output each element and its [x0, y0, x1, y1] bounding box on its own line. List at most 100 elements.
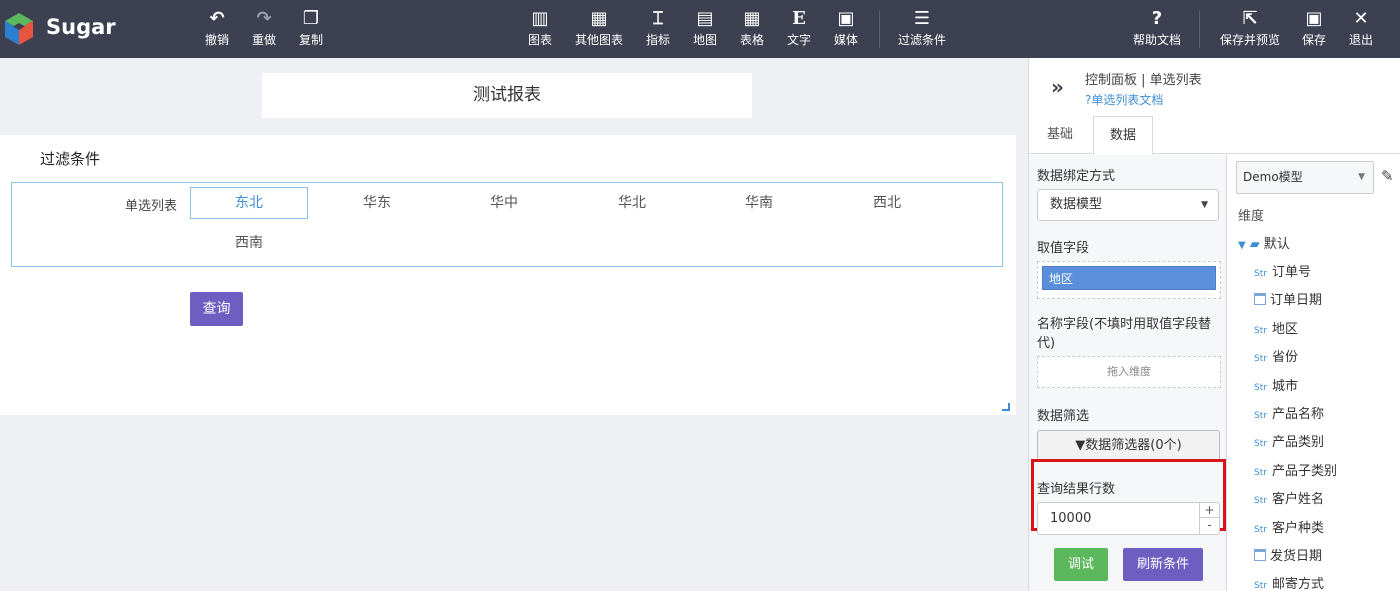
option-huadong[interactable]: 华东 [318, 187, 436, 219]
undo-button[interactable]: ↶ 撤销 [203, 8, 231, 52]
dimension-field-item[interactable]: Str 城市 [1254, 375, 1298, 394]
binding-method-select[interactable]: 数据模型 ▼ [1037, 189, 1219, 221]
help-icon: ? [1151, 8, 1163, 29]
redo-button[interactable]: ↷ 重做 [250, 8, 278, 52]
bar-chart-icon: ▥ [531, 8, 549, 29]
filter-panel-title: 过滤条件 [40, 150, 101, 168]
dimension-label: 维度 [1238, 209, 1265, 224]
value-field-dropzone[interactable]: 地区 [1037, 261, 1221, 299]
collapse-panel-icon[interactable]: » [1051, 75, 1064, 99]
media-label: 媒体 [833, 33, 858, 47]
value-field-chip[interactable]: 地区 [1042, 266, 1216, 290]
single-select-list[interactable]: 单选列表 东北 华东 华中 华北 华南 西北 西南 [11, 182, 1003, 267]
map-icon: ▤ [696, 8, 714, 29]
data-filter-button[interactable]: ▼数据筛选器(0个) [1037, 430, 1220, 461]
caret-down-icon: ▼ [1358, 172, 1365, 182]
report-title[interactable]: 测试报表 [262, 73, 752, 118]
text-button[interactable]: E 文字 [785, 8, 813, 52]
option-xinan[interactable]: 西南 [190, 227, 308, 259]
dimension-field-item[interactable]: Str 产品类别 [1254, 431, 1324, 450]
edit-pencil-icon[interactable]: ✎ [1381, 167, 1394, 185]
field-name: 产品子类别 [1272, 463, 1338, 479]
select-list-doc-link[interactable]: ?单选列表文档 [1085, 91, 1163, 108]
query-button[interactable]: 查询 [190, 292, 243, 326]
dimension-field-item[interactable]: Str 订单号 [1254, 261, 1311, 280]
folder-default[interactable]: ▼ ▰ 默认 [1238, 233, 1290, 252]
option-dongbei[interactable]: 东北 [190, 187, 308, 219]
field-name: 产品名称 [1272, 407, 1325, 422]
undo-icon: ↶ [209, 8, 225, 29]
string-type-icon: Str [1254, 467, 1267, 478]
field-name: 地区 [1272, 321, 1299, 337]
string-type-icon: Str [1254, 411, 1267, 421]
dimension-field-item[interactable]: Str 客户姓名 [1254, 488, 1324, 507]
debug-button[interactable]: 调试 [1054, 548, 1108, 581]
tab-basic[interactable]: 基础 [1031, 116, 1089, 154]
data-filter-button-label: 数据筛选器(0个) [1085, 438, 1182, 453]
option-huanan[interactable]: 华南 [700, 187, 818, 219]
redo-icon: ↷ [256, 8, 272, 29]
dimension-field-item[interactable]: Str 地区 [1254, 318, 1298, 337]
dimension-field-item[interactable]: 订单日期 [1254, 289, 1322, 308]
refresh-conditions-button[interactable]: 刷新条件 [1123, 548, 1203, 581]
dimension-field-item[interactable]: Str 客户种类 [1254, 517, 1324, 536]
save-button[interactable]: ▣ 保存 [1300, 8, 1328, 52]
chart-button[interactable]: ▥ 图表 [526, 8, 554, 52]
result-rows-label: 查询结果行数 [1037, 482, 1116, 497]
field-name: 邮寄方式 [1272, 577, 1325, 591]
map-button[interactable]: ▤ 地图 [691, 8, 719, 52]
filter-conditions-button[interactable]: ☰ 过滤条件 [896, 8, 948, 52]
indicator-button[interactable]: ⌶ 指标 [644, 8, 672, 52]
filter-panel[interactable]: 过滤条件 单选列表 东北 华东 华中 华北 华南 西北 西南 查询 [0, 135, 1016, 415]
binding-method-value: 数据模型 [1050, 197, 1103, 212]
filter-conditions-label: 过滤条件 [897, 33, 946, 47]
string-type-icon: Str [1254, 439, 1267, 450]
help-docs-button[interactable]: ? 帮助文档 [1131, 8, 1183, 52]
string-type-icon: Str [1254, 325, 1267, 336]
toolbar-divider [1199, 10, 1200, 48]
control-panel: » 控制面板 | 单选列表 ?单选列表文档 基础 数据 数据绑定方式 数据模型 … [1028, 58, 1400, 591]
result-rows-input[interactable]: 10000 + - [1037, 502, 1220, 535]
model-select-value: Demo模型 [1243, 170, 1303, 184]
dimension-field-item[interactable]: Str 产品子类别 [1254, 460, 1337, 479]
text-label: 文字 [786, 33, 811, 47]
result-rows-value: 10000 [1050, 511, 1092, 526]
exit-button[interactable]: ✕ 退出 [1347, 8, 1375, 52]
dimension-field-item[interactable]: Str 邮寄方式 [1254, 573, 1324, 591]
resize-handle[interactable] [1002, 403, 1010, 411]
field-name: 发货日期 [1270, 549, 1323, 564]
dimension-field-item[interactable]: Str 省份 [1254, 346, 1298, 365]
string-type-icon: Str [1254, 382, 1267, 393]
media-button[interactable]: ▣ 媒体 [832, 8, 860, 52]
model-fields-column: Demo模型 ▼ ✎ 维度 ▼ ▰ 默认 Str 订单号 订单日期 Str 地区 Str 省份 S… [1228, 155, 1400, 591]
field-name: 订单日期 [1270, 293, 1323, 309]
other-charts-label: 其他图表 [574, 33, 623, 47]
field-name: 客户姓名 [1272, 492, 1325, 508]
drop-dimension-hint: 拖入维度 [1107, 365, 1151, 378]
option-xibei[interactable]: 西北 [828, 187, 946, 219]
data-filter-label: 数据筛选 [1037, 409, 1090, 424]
map-label: 地图 [692, 33, 717, 47]
indicator-icon: ⌶ [652, 8, 664, 29]
name-field-label: 名称字段(不填时用取值字段替代) [1037, 317, 1212, 351]
copy-button[interactable]: ❐ 复制 [297, 8, 325, 52]
field-name: 城市 [1272, 378, 1299, 394]
dimension-field-item[interactable]: Str 产品名称 [1254, 403, 1324, 422]
option-huabei[interactable]: 华北 [573, 187, 691, 219]
table-button[interactable]: ▦ 表格 [738, 8, 766, 52]
decrement-icon[interactable]: - [1200, 518, 1219, 533]
name-field-dropzone[interactable]: 拖入维度 [1037, 356, 1221, 388]
copy-label: 复制 [298, 33, 323, 47]
save-and-preview-button[interactable]: ⇱ 保存并预览 [1217, 8, 1283, 52]
chart-label: 图表 [527, 33, 552, 47]
model-select[interactable]: Demo模型 ▼ [1236, 161, 1374, 194]
other-charts-button[interactable]: ▦ 其他图表 [573, 8, 625, 52]
grid-chart-icon: ▦ [590, 8, 608, 29]
tab-data[interactable]: 数据 [1093, 116, 1154, 155]
increment-icon[interactable]: + [1200, 503, 1219, 518]
option-huazhong[interactable]: 华中 [445, 187, 563, 219]
field-name: 客户种类 [1272, 520, 1325, 536]
string-type-icon: Str [1254, 496, 1267, 507]
dimension-field-item[interactable]: 发货日期 [1254, 545, 1322, 564]
field-name: 订单号 [1272, 265, 1312, 280]
